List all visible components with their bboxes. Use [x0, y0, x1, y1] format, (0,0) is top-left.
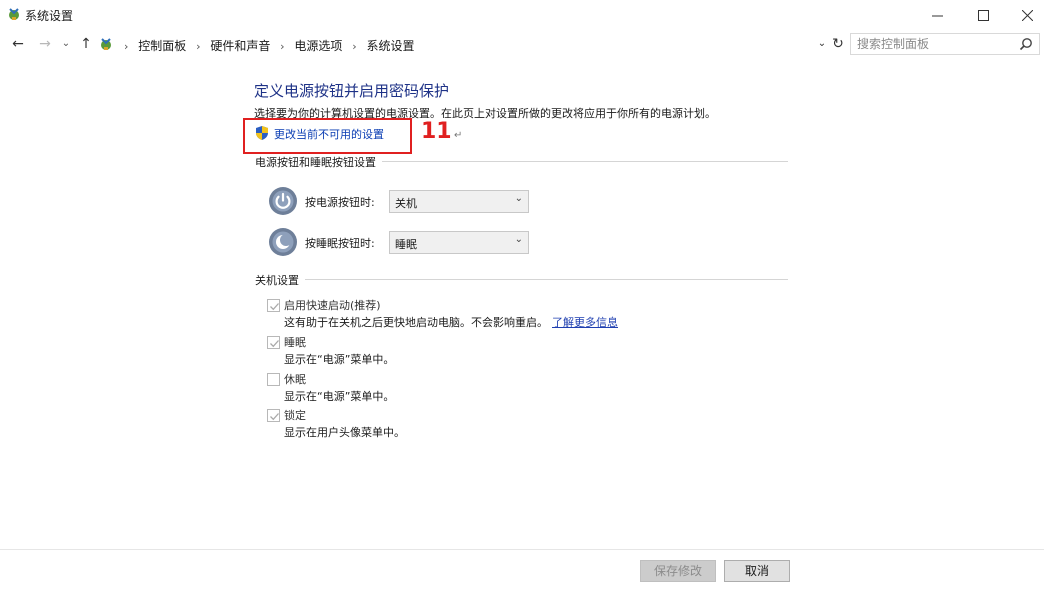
breadcrumb: › 控制面板 › 硬件和声音 › 电源选项 › 系统设置 — [118, 37, 414, 54]
sleep-button-label: 按睡眠按钮时: — [305, 237, 375, 250]
breadcrumb-separator: › — [280, 40, 285, 53]
breadcrumb-item[interactable]: 电源选项 — [294, 39, 342, 53]
back-button[interactable]: ← — [8, 33, 28, 55]
hibernate-option-title: 休眠 — [284, 373, 306, 386]
return-mark: ↵ — [454, 130, 463, 141]
control-panel-icon — [101, 38, 111, 50]
power-icon — [269, 187, 297, 215]
breadcrumb-separator: › — [352, 40, 357, 53]
learn-more-link[interactable]: 了解更多信息 — [552, 316, 618, 329]
lock-checkbox[interactable] — [267, 409, 280, 422]
checkmark-icon — [270, 303, 279, 311]
page-title: 定义电源按钮并启用密码保护 — [254, 82, 450, 100]
minimize-button[interactable] — [914, 0, 960, 30]
save-changes-button[interactable]: 保存修改 — [640, 560, 716, 582]
sleep-button-action-value: 睡眠 — [395, 238, 417, 251]
maximize-icon — [977, 9, 989, 21]
checkmark-icon — [270, 413, 279, 421]
sleep-option-description: 显示在“电源”菜单中。 — [284, 353, 395, 366]
address-bar[interactable]: › 控制面板 › 硬件和声音 › 电源选项 › 系统设置 — [96, 33, 826, 56]
refresh-button[interactable]: ↻ — [830, 33, 846, 55]
power-button-action-select[interactable]: 关机 ⌄ — [389, 190, 529, 213]
fast-startup-title: 启用快速启动(推荐) — [284, 299, 381, 312]
sleep-button-action-select[interactable]: 睡眠 ⌄ — [389, 231, 529, 254]
breadcrumb-item[interactable]: 控制面板 — [138, 39, 186, 53]
sleep-icon — [269, 228, 297, 256]
fast-startup-description: 这有助于在关机之后更快地启动电脑。不会影响重启。 了解更多信息 — [284, 314, 618, 330]
search-input[interactable] — [857, 36, 1007, 52]
power-button-label: 按电源按钮时: — [305, 196, 375, 209]
sleep-checkbox[interactable] — [267, 336, 280, 349]
hibernate-checkbox[interactable] — [267, 373, 280, 386]
title-bar: 系统设置 — [0, 0, 1044, 30]
search-box[interactable] — [850, 33, 1040, 55]
shutdown-section-label: 关机设置 — [255, 272, 305, 288]
control-panel-icon — [9, 8, 19, 20]
maximize-button[interactable] — [960, 0, 1006, 30]
section-divider — [255, 279, 788, 280]
breadcrumb-separator: › — [196, 40, 201, 53]
fast-startup-description-text: 这有助于在关机之后更快地启动电脑。不会影响重启。 — [284, 316, 548, 329]
address-dropdown-button[interactable]: ⌄ — [814, 33, 830, 55]
window-title: 系统设置 — [25, 9, 74, 23]
fast-startup-checkbox[interactable] — [267, 299, 280, 312]
minimize-icon — [931, 15, 943, 16]
close-button[interactable] — [1004, 0, 1044, 30]
breadcrumb-item[interactable]: 系统设置 — [366, 39, 414, 53]
breadcrumb-item[interactable]: 硬件和声音 — [210, 39, 270, 53]
recent-locations-button[interactable]: ⌄ — [58, 33, 74, 55]
annotation-step-number: 11 — [421, 119, 452, 144]
cancel-button[interactable]: 取消 — [724, 560, 790, 582]
footer-divider — [0, 549, 1044, 550]
lock-option-description: 显示在用户头像菜单中。 — [284, 426, 405, 439]
breadcrumb-separator: › — [124, 40, 129, 53]
forward-button[interactable]: → — [35, 33, 55, 55]
checkmark-icon — [270, 340, 279, 348]
power-section-label: 电源按钮和睡眠按钮设置 — [255, 154, 382, 170]
chevron-down-icon: ⌄ — [514, 193, 523, 204]
search-icon[interactable] — [1019, 37, 1033, 51]
close-icon — [1021, 9, 1033, 21]
chevron-down-icon: ⌄ — [514, 234, 523, 245]
hibernate-option-description: 显示在“电源”菜单中。 — [284, 390, 395, 403]
power-button-action-value: 关机 — [395, 197, 417, 210]
sleep-option-title: 睡眠 — [284, 336, 306, 349]
annotation-highlight-box — [243, 118, 412, 154]
up-button[interactable]: ↑ — [76, 33, 96, 55]
lock-option-title: 锁定 — [284, 409, 306, 422]
